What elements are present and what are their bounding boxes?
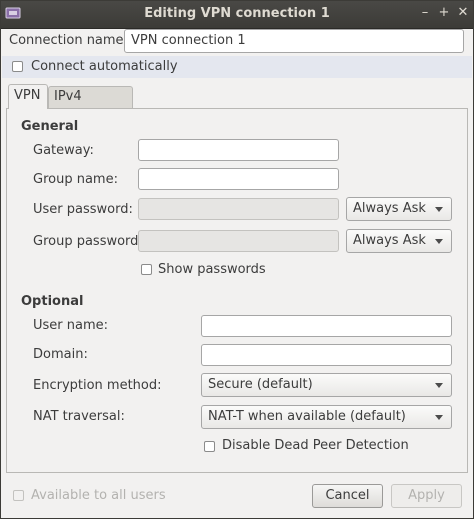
nat-traversal-select[interactable]: NAT-T when available (default) [201,405,452,429]
gateway-input[interactable] [138,139,339,161]
apply-button: Apply [391,484,462,508]
connect-automatically-label[interactable]: Connect automatically [31,59,178,74]
user-name-label: User name: [33,318,109,333]
group-password-mode-value: Always Ask [353,233,426,248]
group-password-input [138,230,339,252]
domain-input[interactable] [201,344,452,366]
nat-traversal-value: NAT-T when available (default) [208,409,406,424]
close-button[interactable]: ✕ [456,5,470,21]
available-to-all-users-label: Available to all users [31,488,166,503]
user-name-input[interactable] [201,315,452,337]
maximize-button[interactable]: + [437,5,451,21]
group-name-input[interactable] [138,168,339,190]
encryption-method-value: Secure (default) [208,377,313,392]
cancel-button[interactable]: Cancel [312,484,383,508]
connection-name-input[interactable]: VPN connection 1 [124,29,464,53]
chevron-down-icon [435,383,443,388]
title-bar: Editing VPN connection 1 – + ✕ [0,0,474,29]
user-password-label: User password: [33,202,133,217]
user-password-input [138,198,339,220]
connection-name-label: Connection name: [9,33,128,48]
encryption-method-select[interactable]: Secure (default) [201,373,452,397]
chevron-down-icon [435,415,443,420]
encryption-method-label: Encryption method: [33,378,162,393]
group-password-mode-select[interactable]: Always Ask [346,229,452,253]
window-title: Editing VPN connection 1 [144,6,330,21]
chevron-down-icon [435,207,443,212]
chevron-down-icon [435,239,443,244]
show-passwords-checkbox[interactable] [141,264,152,275]
general-heading: General [21,119,79,134]
user-password-mode-select[interactable]: Always Ask [346,197,452,221]
group-password-label: Group password: [33,234,143,249]
group-name-label: Group name: [33,172,118,187]
connect-automatically-checkbox[interactable] [12,61,23,72]
tab-ipv4-settings[interactable]: IPv4 Settings [48,86,133,124]
disable-dpd-checkbox[interactable] [204,441,215,452]
gateway-label: Gateway: [33,143,94,158]
domain-label: Domain: [33,347,88,362]
user-password-mode-value: Always Ask [353,201,426,216]
optional-heading: Optional [21,294,84,309]
minimize-button[interactable]: – [418,5,432,21]
available-to-all-users-checkbox [13,490,24,501]
nat-traversal-label: NAT traversal: [33,409,125,424]
tab-vpn[interactable]: VPN [8,84,48,109]
disable-dpd-label[interactable]: Disable Dead Peer Detection [222,438,409,453]
show-passwords-label[interactable]: Show passwords [158,262,266,277]
